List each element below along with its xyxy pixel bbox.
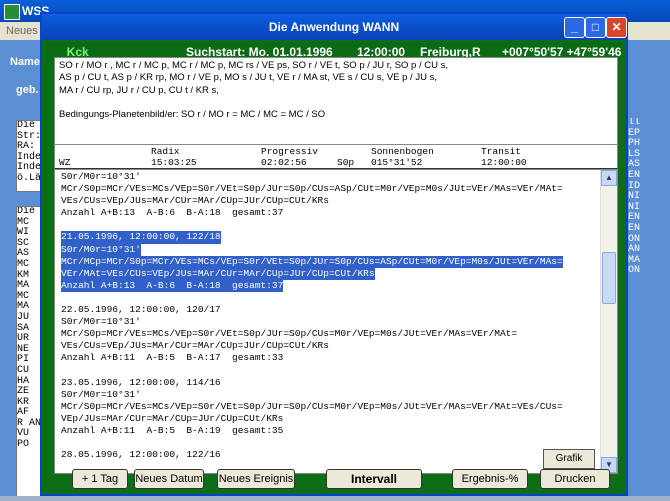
condition-line: MA r / CU rp, JU r / CU p, CU t / KR s,: [59, 84, 219, 96]
geb-label: geb.: [16, 84, 39, 96]
result-line: VEr/MAt=VEs/CUs=VEp/JUs=MAr/CUr=MAr/CUp=…: [61, 267, 563, 280]
dialog-title: Die Anwendung WANN: [268, 20, 400, 34]
result-text: VEs/CUs=VEp/JUs=MAr/CUr=MAr/CUp=JUr/CUp=…: [61, 195, 329, 207]
result-text: Anzahl A+B:11 A-B:5 B-A:19 gesamt:35: [61, 424, 284, 436]
name-label: Name: [10, 56, 40, 68]
result-line: MCr/S0p=MCr/VEs=MCs/VEp=S0r/VEt=S0p/JUr=…: [61, 183, 563, 195]
interval-button[interactable]: Intervall: [326, 469, 422, 489]
result-text: MCr/S0p=MCr/VEs=MCs/VEp=S0r/VEt=S0p/JUr=…: [61, 328, 518, 340]
sonnenbogen-value: 015°31'52: [371, 157, 423, 168]
header-radix: Radix: [151, 146, 180, 157]
wann-dialog: Die Anwendung WANN _ □ ✕ _Kck Suchstart:…: [40, 12, 628, 496]
result-line: VEs/CUs=VEp/JUs=MAr/CUr=MAr/CUp=JUr/CUp=…: [61, 340, 563, 352]
column-header: Radix Progressiv Sonnenbogen Transit WZ …: [54, 145, 618, 169]
background-line: EN: [628, 169, 641, 181]
result-line: MCr/S0p=MCr/VEs=MCs/VEp=S0r/VEt=S0p/JUr=…: [61, 328, 563, 340]
vertical-scrollbar[interactable]: ▲ ▼: [600, 170, 617, 473]
background-line: ll: [628, 118, 641, 128]
selected-text: MCr/MCp=MCr/S0p=MCr/VEs=MCs/VEp=S0r/VEt=…: [61, 255, 563, 268]
result-line: Anzahl A+B:11 A-B:5 B-A:17 gesamt:33: [61, 352, 563, 364]
taskbar-strip: [0, 496, 670, 501]
result-line: [61, 365, 563, 377]
result-line: Anzahl A+B:13 A-B:6 B-A:18 gesamt:37: [61, 279, 563, 292]
result-text: MCr/S0p=MCr/VEs=MCs/VEp=S0r/VEt=S0p/JUr=…: [61, 400, 563, 412]
selected-text: Anzahl A+B:13 A-B:6 B-A:18 gesamt:37: [61, 279, 284, 292]
background-line: ON: [628, 265, 641, 277]
minimize-button[interactable]: _: [564, 17, 585, 38]
result-text: 22.05.1996, 12:00:00, 120/17: [61, 304, 221, 316]
result-text: Anzahl A+B:13 A-B:6 B-A:18 gesamt:37: [61, 207, 284, 219]
close-button[interactable]: ✕: [606, 17, 627, 38]
result-line: VEp/JUs=MAr/CUr=MAr/CUp=JUr/CUp=CUt/KRs: [61, 413, 563, 425]
results-lines: S0r/M0r=10°31' MCr/S0p=MCr/VEs=MCs/VEp=S0…: [61, 171, 563, 461]
selected-text: VEr/MAt=VEs/CUs=VEp/JUs=MAr/CUr=MAr/CUp=…: [61, 267, 375, 280]
result-text: MCr/S0p=MCr/VEs=MCs/VEp=S0r/VEt=S0p/JUr=…: [61, 183, 563, 195]
button-bar: + 1 Tag Neues Datum Neues Ereignis Inter…: [46, 466, 622, 494]
result-text: VEs/CUs=VEp/JUs=MAr/CUr=MAr/CUp=JUr/CUp=…: [61, 340, 329, 352]
result-line: S0r/M0r=10°31': [61, 389, 563, 401]
plus-one-day-button[interactable]: + 1 Tag: [72, 469, 128, 489]
result-line: VEs/CUs=VEp/JUs=MAr/CUr=MAr/CUp=JUr/CUp=…: [61, 195, 563, 207]
result-text: VEp/JUs=MAr/CUr=MAr/CUp=JUr/CUp=CUt/KRs: [61, 412, 284, 424]
result-line: S0r/M0r=10°31': [61, 243, 563, 256]
background-line: EN: [628, 222, 641, 234]
result-text: S0r/M0r=10°31': [61, 316, 141, 328]
transit-time: 12:00:00: [481, 157, 527, 168]
result-line: [61, 219, 563, 231]
progressiv-time: 02:02:56: [261, 157, 307, 168]
result-line: S0r/M0r=10°31': [61, 171, 563, 183]
condition-line: SO r / MO r , MC r / MC p, MC r / MC p, …: [59, 60, 449, 71]
radix-time: 15:03:25: [151, 157, 197, 168]
result-percent-button[interactable]: Ergebnis-%: [452, 469, 528, 489]
result-line: 23.05.1996, 12:00:00, 114/16: [61, 377, 563, 389]
sonnenbogen-prefix: S0p: [337, 157, 355, 168]
scroll-thumb[interactable]: [602, 252, 616, 304]
header-transit: Transit: [481, 146, 521, 157]
maximize-button[interactable]: □: [585, 17, 606, 38]
scroll-up-icon[interactable]: ▲: [601, 170, 617, 186]
result-line: [61, 437, 563, 449]
header-progressiv: Progressiv: [261, 146, 319, 157]
result-line: S0r/M0r=10°31': [61, 316, 563, 328]
result-text: 28.05.1996, 12:00:00, 122/16: [61, 449, 221, 461]
condition-line: AS p / CU t, AS p / KR rp, MO r / VE p, …: [59, 72, 437, 84]
app-icon: [4, 4, 20, 20]
dialog-title-bar[interactable]: Die Anwendung WANN _ □ ✕: [42, 14, 627, 40]
result-text: 23.05.1996, 12:00:00, 114/16: [61, 376, 221, 388]
result-line: MCr/MCp=MCr/S0p=MCr/VEs=MCs/VEp=S0r/VEt=…: [61, 255, 563, 268]
condition-line: Bedingungs-Planetenbild/er: SO r / MO r …: [59, 109, 326, 121]
background-right-labels: ll EP PH LS AS EN ID NI NI EN EN ON AN MA ON: [628, 118, 650, 318]
result-line: 21.05.1996, 12:00:00, 122/18: [61, 231, 563, 244]
results-text-area[interactable]: S0r/M0r=10°31' MCr/S0p=MCr/VEs=MCs/VEp=S0…: [54, 169, 618, 474]
result-text: S0r/M0r=10°31': [61, 388, 141, 400]
selected-text: 21.05.1996, 12:00:00, 122/18: [61, 231, 221, 244]
header-sonnenbogen: Sonnenbogen: [371, 146, 434, 157]
conditions-box: SO r / MO r , MC r / MC p, MC r / MC p, …: [54, 57, 618, 145]
result-text: S0r/M0r=10°31': [61, 171, 141, 182]
result-line: MCr/S0p=MCr/VEs=MCs/VEp=S0r/VEt=S0p/JUr=…: [61, 401, 563, 413]
result-line: Anzahl A+B:11 A-B:5 B-A:19 gesamt:35: [61, 425, 563, 437]
new-event-button[interactable]: Neues Ereignis: [217, 469, 295, 489]
result-line: 28.05.1996, 12:00:00, 122/16: [61, 449, 563, 461]
result-line: Anzahl A+B:13 A-B:6 B-A:18 gesamt:37: [61, 207, 563, 219]
new-date-button[interactable]: Neues Datum: [134, 469, 204, 489]
print-button[interactable]: Drucken: [540, 469, 610, 489]
result-line: [61, 292, 563, 304]
wz-label: WZ: [59, 157, 71, 168]
result-line: 22.05.1996, 12:00:00, 120/17: [61, 304, 563, 316]
result-text: Anzahl A+B:11 A-B:5 B-A:17 gesamt:33: [61, 352, 284, 364]
condition-line: [59, 97, 613, 109]
selected-text: S0r/M0r=10°31': [61, 243, 141, 256]
